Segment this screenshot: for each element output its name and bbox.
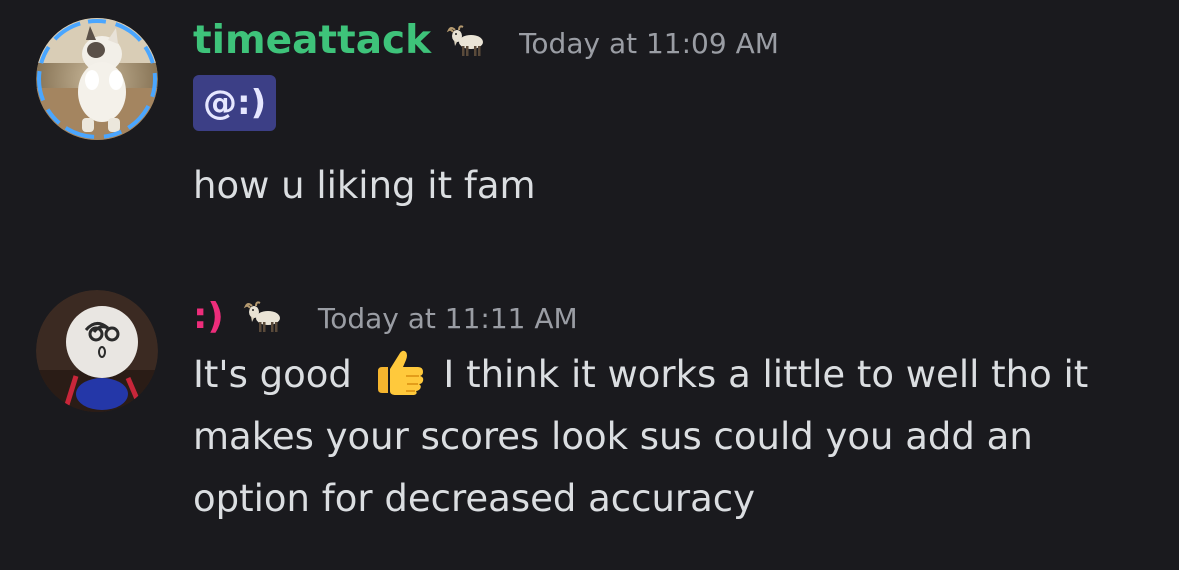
message-text: It's good I think it works a little to w… [193,344,1153,530]
username[interactable]: timeattack [193,18,431,64]
message-header: timeattack Today at 11:09 AM [193,18,779,64]
message-text: how u liking it fam [193,164,536,207]
username[interactable]: :) [193,294,224,340]
message-header: :) Today at 11:11 AM [193,294,578,340]
goat-icon [445,24,485,58]
chat-log: timeattack Today at 11:09 AM @:) how u l… [0,0,1179,570]
figure-avatar-image [36,290,158,412]
timestamp[interactable]: Today at 11:09 AM [519,27,779,60]
role-mention[interactable]: @:) [193,75,277,131]
avatar[interactable] [36,18,158,140]
thumbs-up-icon [370,347,428,397]
goat-icon [240,300,284,334]
cat-avatar-image [36,18,158,140]
avatar[interactable] [36,290,158,412]
timestamp[interactable]: Today at 11:11 AM [318,302,578,335]
message-text-part: It's good [193,353,364,396]
